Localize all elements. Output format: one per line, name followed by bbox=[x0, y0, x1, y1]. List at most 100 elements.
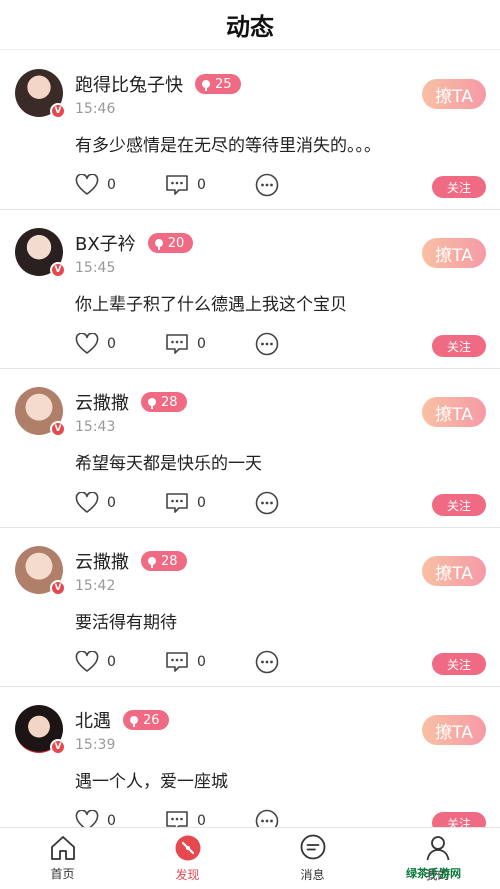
comment-count: 0 bbox=[197, 813, 206, 827]
post-item[interactable]: V 跑得比兔子快 25 15:46 撩TA 有多少感情是在无尽的等待里消失的。。… bbox=[0, 51, 500, 210]
watermark-text: 绿茶手游网 bbox=[406, 867, 461, 880]
more-icon bbox=[255, 491, 279, 515]
verified-badge: V bbox=[50, 421, 66, 437]
like-count: 0 bbox=[107, 177, 116, 193]
post-actions: 0 0 bbox=[75, 331, 485, 357]
post-content[interactable]: 你上辈子积了什么德遇上我这个宝贝 bbox=[75, 290, 347, 315]
like-button[interactable]: 0 bbox=[75, 808, 116, 827]
user-name[interactable]: 云撒撒 bbox=[75, 548, 129, 574]
comment-icon bbox=[166, 334, 188, 354]
level-badge: 28 bbox=[141, 392, 187, 412]
comment-button[interactable]: 0 bbox=[165, 490, 206, 516]
more-button[interactable] bbox=[255, 172, 279, 198]
header: 动态 bbox=[0, 0, 500, 50]
tab-messages[interactable]: 消息 bbox=[250, 828, 375, 889]
like-count: 0 bbox=[107, 495, 116, 511]
comment-icon bbox=[166, 811, 188, 827]
verified-badge: V bbox=[50, 262, 66, 278]
post-item[interactable]: V 云撒撒 28 15:43 撩TA 希望每天都是快乐的一天 0 0 关注 bbox=[0, 369, 500, 528]
liao-button[interactable]: 撩TA bbox=[422, 397, 486, 427]
heart-icon bbox=[75, 174, 99, 195]
comment-count: 0 bbox=[197, 336, 206, 352]
comment-button[interactable]: 0 bbox=[165, 172, 206, 198]
like-button[interactable]: 0 bbox=[75, 490, 116, 516]
user-name[interactable]: 云撒撒 bbox=[75, 389, 129, 415]
comment-button[interactable]: 0 bbox=[165, 331, 206, 357]
like-button[interactable]: 0 bbox=[75, 331, 116, 357]
post-content[interactable]: 有多少感情是在无尽的等待里消失的。。。 bbox=[75, 131, 381, 156]
avatar[interactable]: V bbox=[15, 228, 66, 278]
level-badge: 26 bbox=[123, 710, 169, 730]
avatar[interactable]: V bbox=[15, 546, 66, 596]
user-icon bbox=[426, 836, 449, 861]
level-value: 28 bbox=[161, 394, 178, 410]
liao-button[interactable]: 撩TA bbox=[422, 238, 486, 268]
verified-badge: V bbox=[50, 580, 66, 596]
name-row: BX子衿 20 bbox=[75, 230, 194, 256]
follow-button[interactable]: 关注 bbox=[432, 653, 486, 675]
comment-icon bbox=[166, 493, 188, 513]
verified-badge: V bbox=[50, 103, 66, 119]
pin-icon bbox=[154, 239, 163, 250]
level-value: 26 bbox=[143, 712, 160, 728]
level-badge: 20 bbox=[147, 233, 194, 253]
compass-icon bbox=[175, 835, 200, 861]
name-row: 云撒撒 28 bbox=[75, 548, 187, 574]
follow-button[interactable]: 关注 bbox=[432, 494, 486, 516]
more-button[interactable] bbox=[255, 649, 279, 675]
post-content[interactable]: 希望每天都是快乐的一天 bbox=[75, 449, 262, 474]
avatar[interactable]: V bbox=[15, 69, 66, 119]
site-watermark: 绿茶手游网 bbox=[406, 861, 494, 885]
follow-button[interactable]: 关注 bbox=[432, 812, 486, 827]
liao-button[interactable]: 撩TA bbox=[422, 79, 486, 109]
post-actions: 0 0 bbox=[75, 649, 485, 675]
like-button[interactable]: 0 bbox=[75, 172, 116, 198]
heart-icon bbox=[75, 651, 99, 672]
tab-label: 发现 bbox=[175, 868, 200, 882]
user-name[interactable]: BX子衿 bbox=[75, 230, 136, 256]
pin-icon bbox=[148, 398, 156, 409]
comment-icon bbox=[166, 175, 188, 195]
message-icon bbox=[300, 834, 325, 860]
tab-discover[interactable]: 发现 bbox=[125, 828, 250, 889]
follow-button[interactable]: 关注 bbox=[432, 335, 486, 357]
post-item[interactable]: V 北遇 26 15:39 撩TA 遇一个人，爱一座城 0 0 关注 bbox=[0, 687, 500, 827]
avatar[interactable]: V bbox=[15, 705, 66, 755]
tab-home[interactable]: 首页 bbox=[0, 828, 125, 889]
post-item[interactable]: V 云撒撒 28 15:42 撩TA 要活得有期待 0 0 关注 bbox=[0, 528, 500, 687]
post-item[interactable]: V BX子衿 20 15:45 撩TA 你上辈子积了什么德遇上我这个宝贝 0 0 bbox=[0, 210, 500, 369]
avatar[interactable]: V bbox=[15, 387, 66, 437]
more-button[interactable] bbox=[255, 808, 279, 827]
follow-button[interactable]: 关注 bbox=[432, 176, 486, 198]
post-time: 15:42 bbox=[75, 578, 116, 594]
level-value: 20 bbox=[167, 235, 185, 251]
post-time: 15:43 bbox=[75, 419, 116, 435]
level-badge: 28 bbox=[141, 551, 187, 571]
liao-button[interactable]: 撩TA bbox=[422, 556, 486, 586]
tab-label: 首页 bbox=[50, 867, 75, 881]
like-button[interactable]: 0 bbox=[75, 649, 116, 675]
pin-icon bbox=[202, 80, 210, 91]
more-button[interactable] bbox=[255, 490, 279, 516]
post-content[interactable]: 要活得有期待 bbox=[75, 608, 177, 633]
heart-icon bbox=[75, 333, 99, 354]
comment-button[interactable]: 0 bbox=[165, 808, 206, 827]
feed-list[interactable]: V 跑得比兔子快 25 15:46 撩TA 有多少感情是在无尽的等待里消失的。。… bbox=[0, 51, 500, 827]
name-row: 云撒撒 28 bbox=[75, 389, 187, 415]
more-icon bbox=[255, 173, 279, 197]
name-row: 跑得比兔子快 25 bbox=[75, 71, 241, 97]
level-badge: 25 bbox=[195, 74, 241, 94]
user-name[interactable]: 北遇 bbox=[75, 707, 111, 733]
user-name[interactable]: 跑得比兔子快 bbox=[75, 71, 183, 97]
more-icon bbox=[255, 650, 279, 674]
comment-button[interactable]: 0 bbox=[165, 649, 206, 675]
post-actions: 0 0 bbox=[75, 172, 485, 198]
home-icon bbox=[50, 836, 75, 860]
more-button[interactable] bbox=[255, 331, 279, 357]
post-actions: 0 0 bbox=[75, 490, 485, 516]
comment-count: 0 bbox=[197, 495, 206, 511]
liao-button[interactable]: 撩TA bbox=[422, 715, 486, 745]
like-count: 0 bbox=[107, 336, 116, 352]
post-content[interactable]: 遇一个人，爱一座城 bbox=[75, 767, 228, 792]
post-actions: 0 0 bbox=[75, 808, 485, 827]
